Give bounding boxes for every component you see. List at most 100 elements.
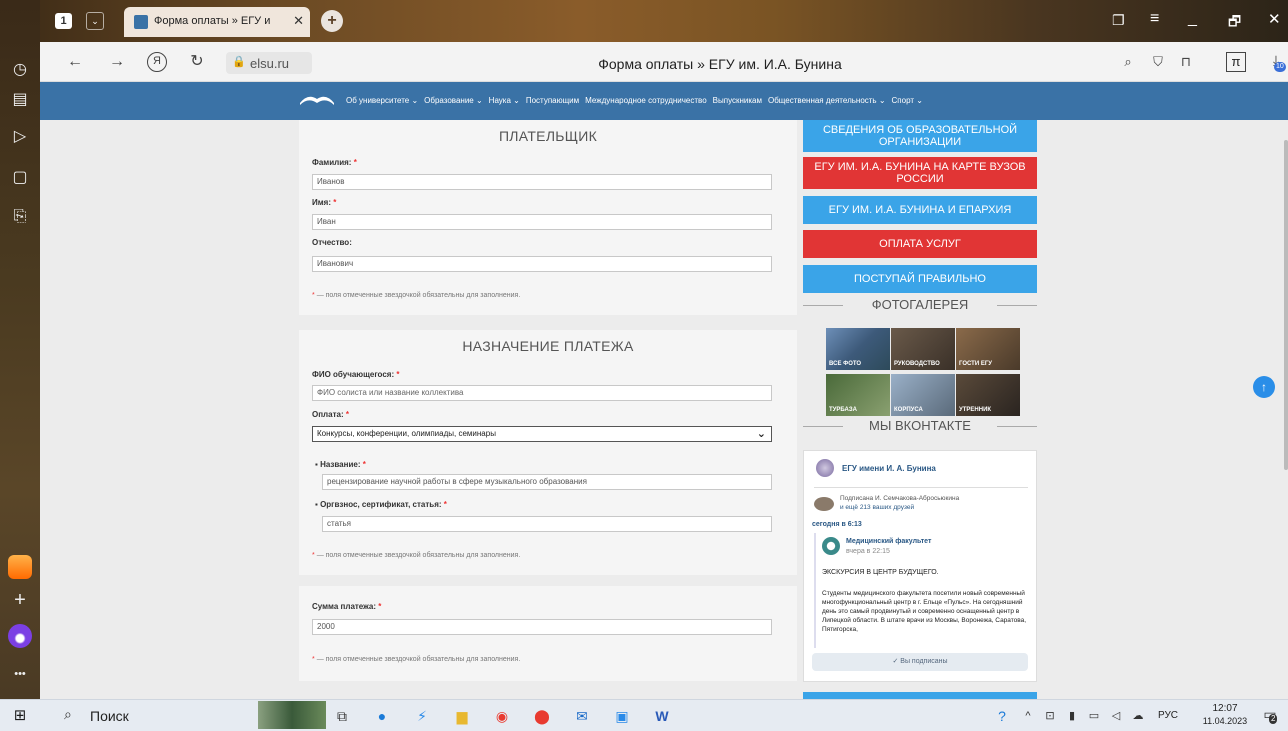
edu-info-button[interactable]: СВЕДЕНИЯ ОБ ОБРАЗОВАТЕЛЬНОЙ ОРГАНИЗАЦИИ — [803, 120, 1037, 152]
title-input[interactable]: рецензирование научной работы в сфере му… — [322, 474, 772, 490]
task-view-icon[interactable]: ⧉ — [332, 706, 352, 726]
gallery-guests[interactable]: ГОСТИ ЕГУ — [956, 328, 1020, 370]
downloads-icon[interactable]: ⤓ 10 — [1266, 52, 1286, 74]
mic-icon[interactable]: ▮ — [1062, 706, 1082, 726]
back-icon[interactable]: ← — [65, 52, 85, 72]
yandex-browser-icon[interactable]: ◉ — [492, 706, 512, 726]
add-app-icon[interactable]: + — [8, 588, 32, 612]
alice-icon[interactable] — [8, 624, 32, 648]
patronymic-input[interactable]: Иванович — [312, 256, 772, 272]
tab-close-icon[interactable]: ✕ — [293, 13, 304, 29]
protect-icon[interactable]: ⛉ — [1148, 52, 1168, 72]
menu-graduates[interactable]: Выпускникам — [713, 96, 762, 105]
yandex-icon[interactable]: Я — [147, 52, 167, 72]
mail-app-icon[interactable] — [8, 555, 32, 579]
vk-friends[interactable]: и ещё 213 ваших друзей — [840, 504, 914, 511]
gallery-leadership[interactable]: РУКОВОДСТВО — [891, 328, 955, 370]
amount-input[interactable]: 2000 — [312, 619, 772, 635]
pi-extension-icon[interactable]: π — [1226, 52, 1246, 72]
bookmark-icon[interactable]: ⊓ — [1176, 52, 1196, 72]
screenshot-icon[interactable]: ⎘ — [8, 205, 32, 229]
fee-input[interactable]: статья — [322, 516, 772, 532]
menu-education[interactable]: Образование ⌄ — [424, 96, 483, 105]
gallery-all-photos[interactable]: ВСЕ ФОТО — [826, 328, 890, 370]
collections-icon[interactable]: ❐ — [1112, 12, 1125, 29]
search-page-icon[interactable]: ⌕ — [1118, 52, 1138, 72]
tab-counter[interactable]: 1 — [55, 13, 72, 29]
vk-subscribed-button[interactable]: ✓ Вы подписаны — [812, 653, 1028, 671]
gallery-camp[interactable]: ТУРБАЗА — [826, 374, 890, 416]
close-window-icon[interactable]: ✕ — [1268, 10, 1281, 28]
tray-chevron-icon[interactable]: ^ — [1018, 706, 1038, 726]
menu-science[interactable]: Наука ⌄ — [489, 96, 520, 105]
taskbar-search[interactable]: ⌕ Поиск — [52, 702, 252, 728]
fee-label: ▪ Оргвзнос, сертификат, статья: * — [315, 500, 447, 509]
name-input[interactable]: Иван — [312, 214, 772, 230]
yandex-app-icon[interactable]: ⬤ — [532, 706, 552, 726]
required-note-3: * — поля отмеченные звездочкой обязатель… — [312, 656, 521, 663]
lightning-app-icon[interactable]: ⚡ — [412, 706, 432, 726]
taskbar-widget-image[interactable] — [258, 701, 326, 729]
vk-group-name[interactable]: ЕГУ имени И. А. Бунина — [842, 464, 936, 473]
vk-group-avatar[interactable] — [816, 459, 834, 477]
eparchy-button[interactable]: ЕГУ ИМ. И.А. БУНИНА И ЕПАРХИЯ — [803, 196, 1037, 224]
student-input[interactable]: ФИО солиста или название коллектива — [312, 385, 772, 401]
map-button[interactable]: ЕГУ ИМ. И.А. БУНИНА НА КАРТЕ ВУЗОВ РОССИ… — [803, 157, 1037, 189]
play-icon[interactable]: ▷ — [8, 125, 32, 149]
vk-repost-avatar[interactable] — [822, 537, 840, 555]
scroll-top-button[interactable]: ↑ — [1253, 376, 1275, 398]
address-bar[interactable]: 🔒 elsu.ru — [226, 52, 312, 74]
vk-widget: ЕГУ имени И. А. Бунина Подписана И. Семч… — [803, 450, 1037, 682]
surname-input[interactable]: Иванов — [312, 174, 772, 190]
minimize-icon[interactable]: _ — [1188, 10, 1197, 28]
network-icon[interactable]: ▭ — [1084, 706, 1104, 726]
restore-icon[interactable]: 🗗 — [1228, 11, 1241, 35]
vk-post-time[interactable]: сегодня в 6:13 — [812, 521, 862, 528]
tabs-dropdown-icon[interactable]: ⌄ — [86, 12, 104, 30]
gallery-matinee[interactable]: УТРЕННИК — [956, 374, 1020, 416]
vk-friends-avatars — [814, 497, 834, 511]
payment-select[interactable]: Конкурсы, конференции, олимпиады, семина… — [312, 426, 772, 442]
vk-repost-author[interactable]: Медицинский факультет — [846, 538, 931, 545]
help-icon[interactable]: ? — [992, 706, 1012, 726]
vk-repost-time: вчера в 22:15 — [846, 548, 890, 555]
weather-icon[interactable]: ☁ — [1128, 706, 1148, 726]
address-text: elsu.ru — [250, 56, 290, 71]
menu-applicants[interactable]: Поступающим — [526, 96, 579, 105]
pay-services-button[interactable]: ОПЛАТА УСЛУГ — [803, 230, 1037, 258]
notifications-badge: 2 — [1269, 714, 1278, 724]
mail-icon[interactable]: ✉ — [572, 706, 592, 726]
amount-label: Сумма платежа: * — [312, 602, 382, 611]
scrollbar-thumb[interactable] — [1284, 140, 1288, 470]
gallery-buildings[interactable]: КОРПУСА — [891, 374, 955, 416]
clock-time[interactable]: 12:07 — [1200, 703, 1250, 714]
edge-icon[interactable]: ● — [372, 706, 392, 726]
new-tab-icon[interactable]: + — [321, 10, 343, 32]
forward-icon[interactable]: → — [107, 52, 127, 72]
browser-tab[interactable]: Форма оплаты » ЕГУ и ✕ — [124, 7, 310, 37]
more-apps-icon[interactable]: ••• — [8, 662, 32, 686]
tabs-panel-icon[interactable]: ▢ — [8, 166, 32, 190]
store-icon[interactable]: ▣ — [612, 706, 632, 726]
vk-next-block — [803, 692, 1037, 699]
university-logo-icon[interactable] — [298, 91, 336, 107]
clock-date[interactable]: 11.04.2023 — [1196, 716, 1254, 726]
language-indicator[interactable]: РУС — [1158, 710, 1178, 721]
chevron-down-icon: ⌄ — [756, 428, 766, 440]
start-icon[interactable]: ⊞ — [10, 706, 30, 726]
volume-icon[interactable]: ◁ — [1106, 706, 1126, 726]
tray-app-icon[interactable]: ⊡ — [1040, 706, 1060, 726]
word-icon[interactable]: W — [652, 706, 672, 726]
menu-international[interactable]: Международное сотрудничество — [585, 96, 707, 105]
menu-about[interactable]: Об университете ⌄ — [346, 96, 418, 105]
file-explorer-icon[interactable]: ▆ — [452, 706, 472, 726]
menu-sport[interactable]: Спорт ⌄ — [892, 96, 923, 105]
notifications-icon[interactable]: ▭2 — [1260, 706, 1280, 726]
menu-icon[interactable]: ≡ — [1150, 10, 1159, 28]
bookmarks-panel-icon[interactable]: ▤ — [8, 88, 32, 112]
history-icon[interactable]: ◷ — [8, 58, 32, 82]
reload-icon[interactable]: ↻ — [187, 52, 207, 72]
admission-button[interactable]: ПОСТУПАЙ ПРАВИЛЬНО — [803, 265, 1037, 293]
payer-title: ПЛАТЕЛЬЩИК — [498, 128, 598, 144]
menu-public[interactable]: Общественная деятельность ⌄ — [768, 96, 886, 105]
